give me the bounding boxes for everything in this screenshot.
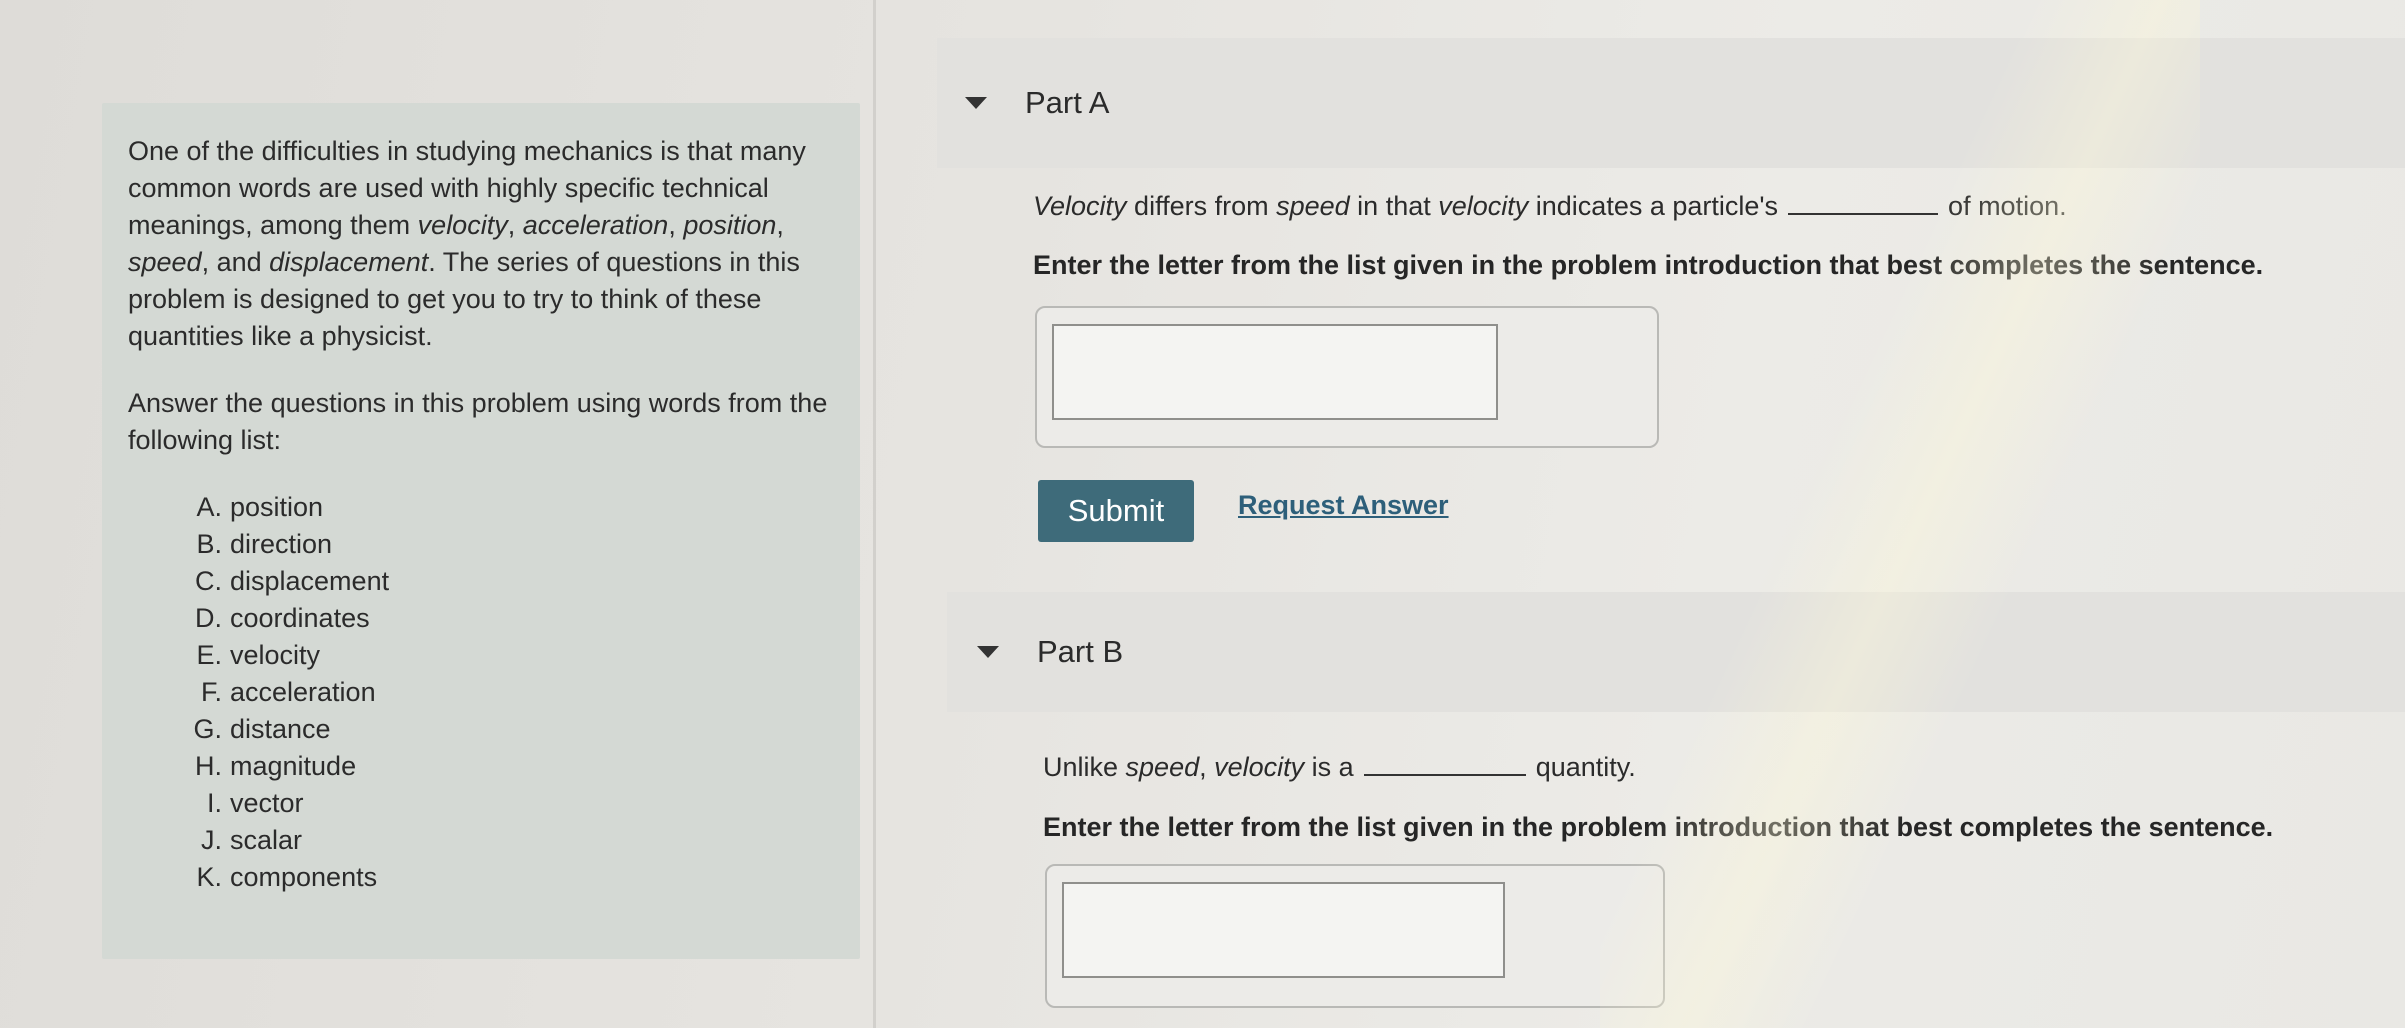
list-item: D. coordinates [195,603,370,633]
part-a-title: Part A [1025,85,1110,120]
list-item: G. distance [193,714,331,744]
part-b-header[interactable]: Part B [947,592,2405,712]
list-item: C. displacement [195,566,390,596]
caret-down-icon[interactable] [965,97,987,109]
caret-down-icon[interactable] [977,646,999,658]
submit-button[interactable]: Submit [1038,480,1194,542]
problem-introduction: One of the difficulties in studying mech… [102,103,860,959]
part-b-answer-input[interactable] [1062,882,1505,978]
answer-blank [1363,774,1526,776]
list-item: J. scalar [200,825,303,855]
list-item: E. velocity [196,640,321,670]
list-item: I. vector [206,788,304,818]
answer-blank [1788,213,1939,215]
part-b-instruction: Enter the letter from the list given in … [1043,812,2274,842]
intro-instructions: Answer the questions in this problem usi… [128,388,828,455]
panel-divider [873,0,876,1028]
request-answer-link[interactable]: Request Answer [1238,490,1449,521]
word-list: A. position B. direction C. displacement D.… [178,489,834,896]
part-b-question: Unlike speed, velocity is a quantity. [1043,752,1636,782]
part-a-answer-input[interactable] [1052,324,1498,420]
part-b-title: Part B [1037,634,1124,669]
part-a-header[interactable]: Part A [937,38,2405,168]
part-a-question: Velocity differs from speed in that velo… [1033,191,2067,221]
part-a-instruction: Enter the letter from the list given in … [1033,250,2264,280]
list-item: A. position [196,492,324,522]
list-item: H. magnitude [195,751,357,781]
intro-paragraph: One of the difficulties in studying mech… [128,136,806,351]
list-item: F. acceleration [200,677,376,707]
list-item: K. components [196,862,378,892]
list-item: B. direction [196,529,333,559]
